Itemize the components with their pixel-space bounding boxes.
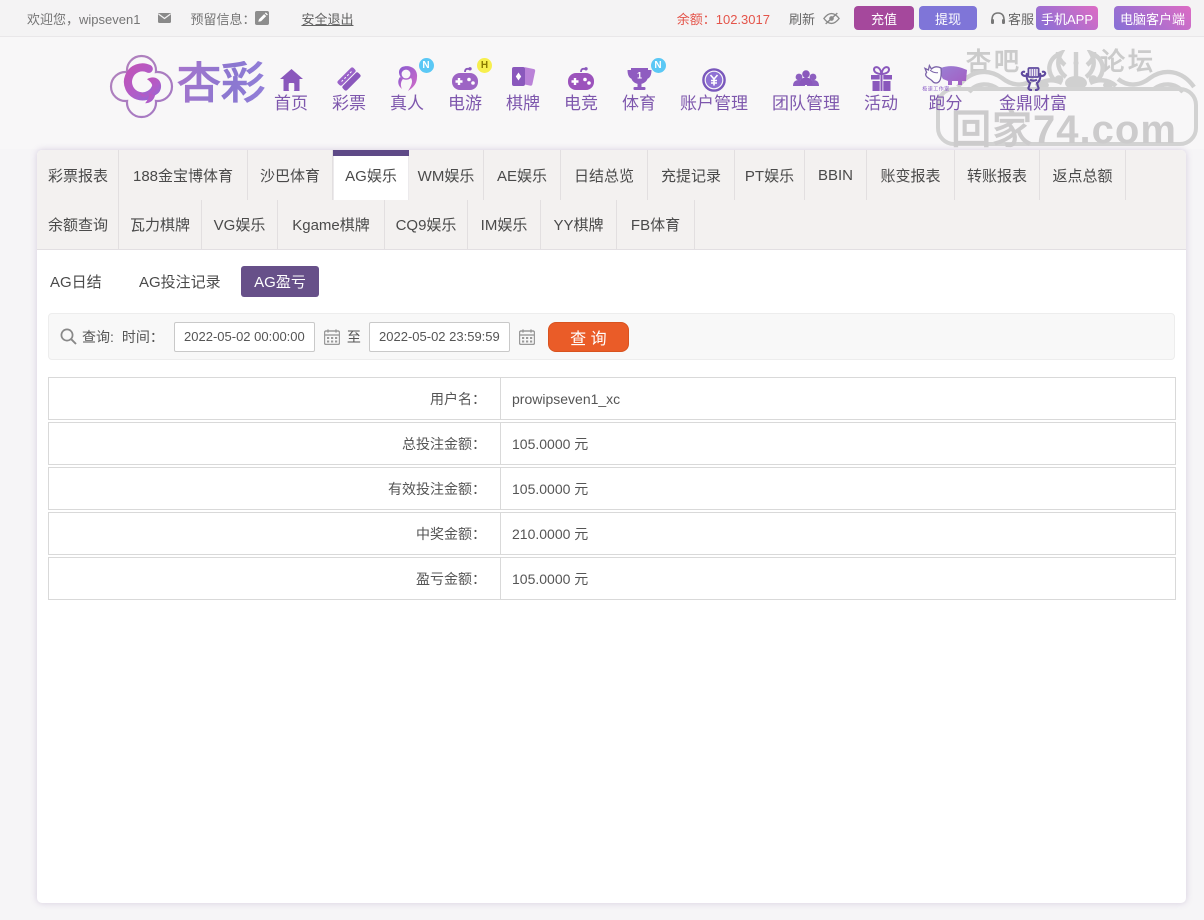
svg-text:1: 1 [636, 71, 641, 81]
svg-text:极速工作室: 极速工作室 [922, 86, 950, 93]
